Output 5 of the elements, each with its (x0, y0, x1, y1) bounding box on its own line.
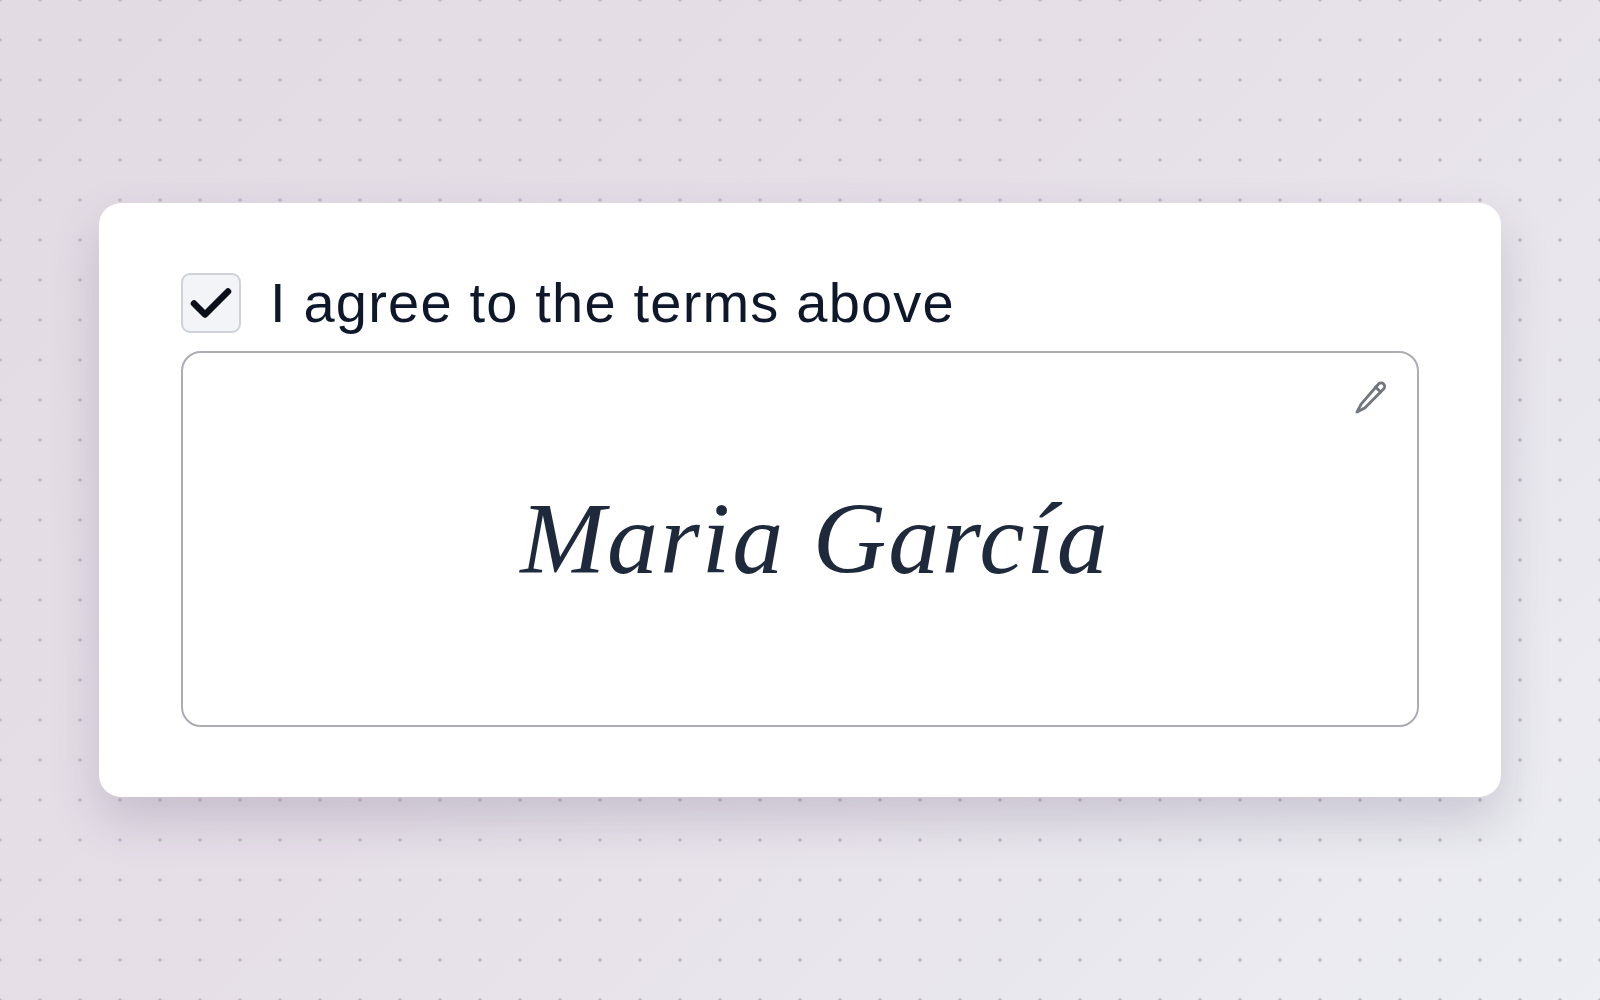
checkbox-label: I agree to the terms above (270, 273, 955, 333)
checkmark-icon (189, 287, 233, 319)
checkbox[interactable] (181, 273, 241, 333)
signature-pad[interactable]: Maria García (181, 351, 1419, 727)
signature-text: Maria García (520, 481, 1110, 597)
